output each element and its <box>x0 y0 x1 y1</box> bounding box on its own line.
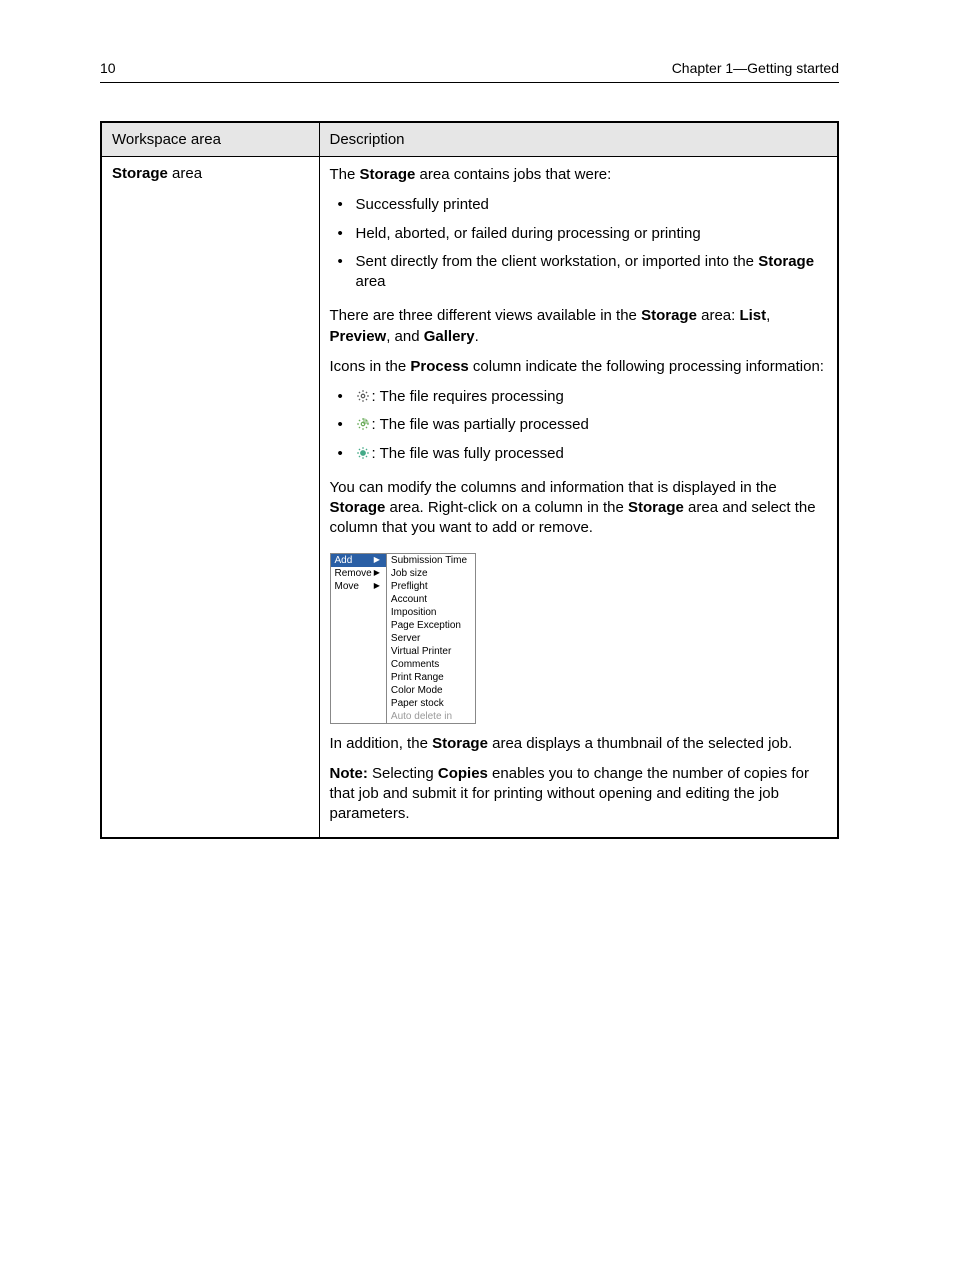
gear-outline-icon <box>356 389 370 403</box>
views-text: There are three different views availabl… <box>330 306 828 347</box>
submenu-item: Imposition <box>387 606 475 619</box>
addition-text: In addition, the Storage area displays a… <box>330 734 828 754</box>
list-item: Successfully printed <box>334 195 828 215</box>
submenu-item: Server <box>387 632 475 645</box>
intro-text: The Storage area contains jobs that were… <box>330 165 828 185</box>
page-header: 10 Chapter 1—Getting started <box>100 60 839 83</box>
submenu-arrow-icon: ▶ <box>374 555 380 566</box>
submenu-item-disabled: Auto delete in <box>387 710 475 723</box>
submenu-item: Job size <box>387 567 475 580</box>
gear-full-icon <box>356 446 370 460</box>
submenu-item: Comments <box>387 658 475 671</box>
menu-submenu: Submission Time Job size Preflight Accou… <box>387 554 475 723</box>
list-item: : The file requires processing <box>334 387 828 407</box>
row-label-storage: Storage area <box>101 157 319 838</box>
list-item: Held, aborted, or failed during processi… <box>334 224 828 244</box>
submenu-item: Virtual Printer <box>387 645 475 658</box>
submenu-item: Print Range <box>387 671 475 684</box>
chapter-title: Chapter 1—Getting started <box>672 60 839 76</box>
submenu-item: Account <box>387 593 475 606</box>
row-description: The Storage area contains jobs that were… <box>319 157 838 838</box>
icons-intro: Icons in the Process column indicate the… <box>330 357 828 377</box>
note-text: Note: Selecting Copies enables you to ch… <box>330 764 828 825</box>
submenu-item: Paper stock <box>387 697 475 710</box>
list-item: : The file was partially processed <box>334 415 828 435</box>
col-header-description: Description <box>319 122 838 157</box>
gear-partial-icon <box>356 417 370 431</box>
submenu-arrow-icon: ▶ <box>374 581 380 592</box>
menu-item-add: Add▶ <box>331 554 386 567</box>
menu-item-move: Move▶ <box>331 580 386 593</box>
list-item: Sent directly from the client workstatio… <box>334 252 828 293</box>
context-menu-screenshot: Add▶ Remove▶ Move▶ Submission Time Job s… <box>330 553 477 724</box>
submenu-item: Submission Time <box>387 554 475 567</box>
menu-item-remove: Remove▶ <box>331 567 386 580</box>
jobs-list: Successfully printed Held, aborted, or f… <box>330 195 828 292</box>
submenu-item: Preflight <box>387 580 475 593</box>
submenu-item: Page Exception <box>387 619 475 632</box>
workspace-table: Workspace area Description Storage area … <box>100 121 839 839</box>
list-item: : The file was fully processed <box>334 444 828 464</box>
icon-list: : The file requires processing : The fil… <box>330 387 828 464</box>
submenu-item: Color Mode <box>387 684 475 697</box>
page-container: 10 Chapter 1—Getting started Workspace a… <box>0 0 954 839</box>
table-row: Storage area The Storage area contains j… <box>101 157 838 838</box>
col-header-workspace: Workspace area <box>101 122 319 157</box>
submenu-arrow-icon: ▶ <box>374 568 380 579</box>
menu-left: Add▶ Remove▶ Move▶ <box>331 554 387 723</box>
page-number: 10 <box>100 60 116 76</box>
modify-text: You can modify the columns and informati… <box>330 478 828 539</box>
